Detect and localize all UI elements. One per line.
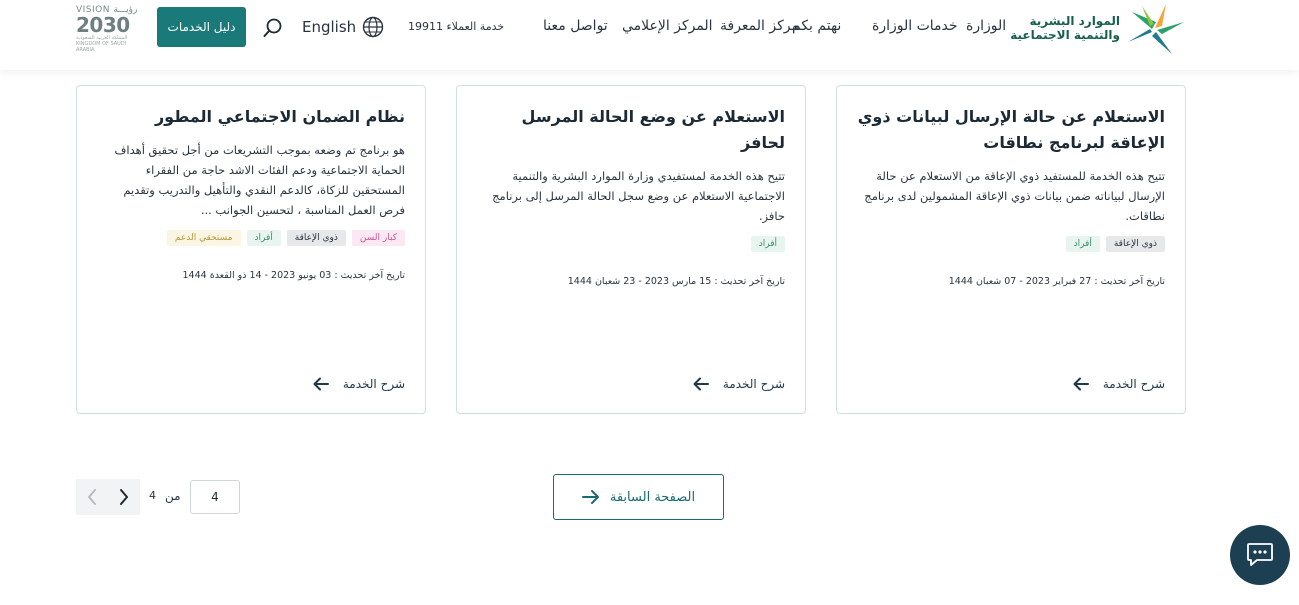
search-button[interactable] [262,17,284,39]
globe-icon [362,16,384,38]
arrow-left-icon [313,377,329,391]
pager-back-button[interactable] [76,479,108,515]
service-description: تتيح هذه الخدمة للمستفيد ذوي الإعاقة من … [864,169,1165,223]
explain-service-link[interactable]: شرح الخدمة [313,377,405,391]
service-title[interactable]: نظام الضمان الاجتماعي المطور [97,104,405,130]
service-card[interactable]: الاستعلام عن وضع الحالة المرسل لحافز تتي… [456,85,806,414]
service-card[interactable]: نظام الضمان الاجتماعي المطور هو برنامج ت… [76,85,426,414]
nav-ministry[interactable]: الوزارة [966,18,1006,34]
arrow-left-icon [693,377,709,391]
previous-page-label: الصفحة السابقة [609,489,696,505]
chevron-right-icon [120,489,128,505]
pagination-control: 4 من [76,479,246,515]
service-tags: كبار السن ذوي الإعاقة أفراد مستحقي الدعم [97,230,405,246]
tag-disabled: ذوي الإعاقة [286,230,346,246]
chevron-left-icon [88,489,96,505]
arrow-left-icon [1073,377,1089,391]
service-description: تتيح هذه الخدمة لمستفيدي وزارة الموارد ا… [492,169,785,223]
service-tags: أفراد [477,236,785,252]
explain-service-link[interactable]: شرح الخدمة [693,377,785,391]
explain-service-link[interactable]: شرح الخدمة [1073,377,1165,391]
service-description: هو برنامج تم وضعه بموجب التشريعات من أجل… [114,143,405,217]
nav-media-center[interactable]: المركز الإعلامي [622,18,713,34]
arrow-right-icon [581,490,599,504]
nav-ministry-services[interactable]: خدمات الوزارة [872,18,958,34]
customer-service-hotline[interactable]: خدمة العملاء 19911 [408,20,504,33]
chat-icon [1247,543,1273,566]
service-tags: ذوي الإعاقة أفراد [857,236,1165,252]
ministry-emblem-icon [1128,4,1184,54]
logo-text-line2: والتنمية الاجتماعية [1010,28,1120,42]
of-label: من [165,489,181,503]
tag-support-eligible: مستحقي الدعم [166,230,241,246]
explain-service-label: شرح الخدمة [342,377,405,391]
nav-knowledge-center[interactable]: مركز المعرفة [720,18,799,34]
chat-button[interactable] [1230,525,1290,585]
explain-service-label: شرح الخدمة [1102,377,1165,391]
last-updated: تاريخ آخر تحديث : 15 مارس 2023 - 23 شعبا… [567,276,785,287]
explain-service-label: شرح الخدمة [722,377,785,391]
tag-individuals: أفراد [246,230,281,246]
previous-page-button[interactable]: الصفحة السابقة [553,474,724,520]
last-updated: تاريخ آخر تحديث : 27 فبراير 2023 - 07 شع… [948,276,1165,287]
site-header: الموارد البشرية والتنمية الاجتماعية الوز… [0,0,1299,70]
service-card[interactable]: الاستعلام عن حالة الإرسال لبيانات ذوي ال… [836,85,1186,414]
page-number-input[interactable] [190,480,240,514]
service-title[interactable]: الاستعلام عن وضع الحالة المرسل لحافز [477,104,785,156]
search-icon [263,18,282,37]
pager-forward-button[interactable] [108,479,140,515]
tag-elderly: كبار السن [351,230,405,246]
tag-individuals: أفراد [1065,236,1100,252]
nav-we-care[interactable]: نهتم بكم [792,18,841,34]
tag-disabled: ذوي الإعاقة [1105,236,1165,252]
service-title[interactable]: الاستعلام عن حالة الإرسال لبيانات ذوي ال… [857,104,1165,156]
services-guide-button[interactable]: دليل الخدمات [157,7,246,47]
tag-individuals: أفراد [750,236,785,252]
vision-year: 2030 [76,13,130,37]
last-updated: تاريخ آخر تحديث : 03 يونيو 2023 - 14 ذو … [182,270,405,281]
total-pages: 4 [149,489,156,502]
vision-kingdom-label: المملكة العربية السعودية KINGDOM OF SAUD… [76,35,128,53]
language-label: English [302,18,357,36]
ministry-logo[interactable]: الموارد البشرية والتنمية الاجتماعية [1010,2,1188,56]
nav-contact-us[interactable]: تواصل معنا [543,18,608,34]
language-switch[interactable]: English [302,16,384,38]
logo-text-line1: الموارد البشرية [1029,14,1120,28]
vision-2030-logo[interactable]: VISION رؤيـــة 2030 المملكة العربية السع… [76,5,140,53]
